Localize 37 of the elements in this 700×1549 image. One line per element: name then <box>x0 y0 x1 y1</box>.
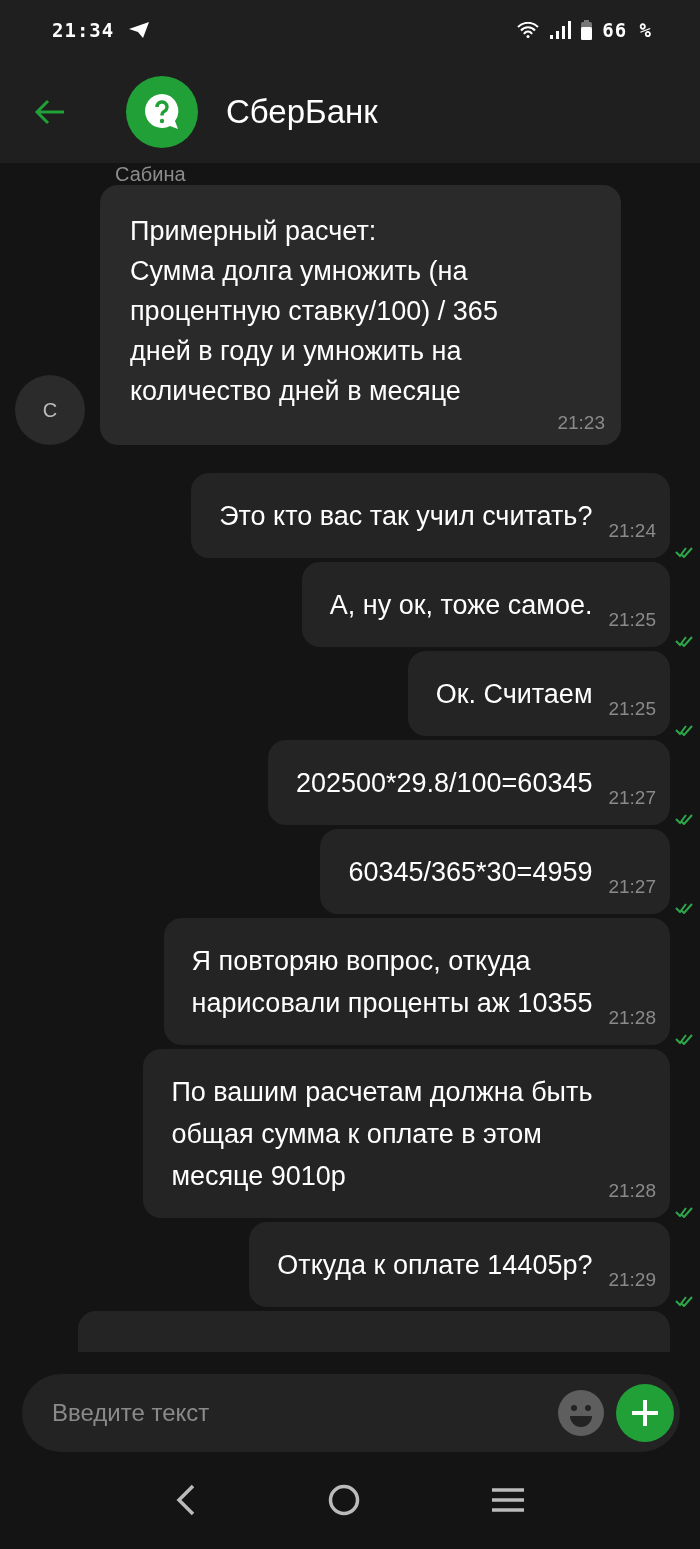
back-arrow-icon[interactable] <box>34 98 66 125</box>
add-button[interactable] <box>616 1384 674 1442</box>
message-time: 21:25 <box>608 697 656 721</box>
avatar[interactable]: С <box>15 375 85 445</box>
message-text: А, ну ок, тоже самое. <box>329 589 593 622</box>
message-time: 21:23 <box>556 411 605 435</box>
menu-icon[interactable] <box>492 1487 524 1513</box>
message-time: 21:27 <box>608 875 656 899</box>
message-time: 21:24 <box>608 519 656 543</box>
message-time: 21:27 <box>608 786 656 810</box>
battery-icon <box>581 20 593 40</box>
battery-percent: 66 % <box>602 19 652 41</box>
message-text: Я повторяю вопрос, откуда нарисовали проценты аж 10355 <box>191 945 593 1020</box>
back-icon[interactable] <box>176 1484 196 1516</box>
sender-name: Сабина <box>115 163 187 185</box>
plus-icon <box>630 1398 660 1428</box>
status-time: 21:34 <box>52 19 115 41</box>
signal-icon <box>549 21 572 39</box>
message-text: Откуда к оплате 14405р? <box>277 1249 593 1282</box>
chat-logo-icon <box>126 75 198 148</box>
home-icon[interactable] <box>328 1484 360 1516</box>
message-time: 21:29 <box>608 1268 656 1292</box>
message-text: Это кто вас так учил считать? <box>219 500 593 533</box>
paper-plane-icon <box>128 21 151 39</box>
message-text: Примерный расчет: Сумма долга умножить (на процентную ставку/100) / 365 дней в году и умножить на количество дней в месяце <box>130 215 499 408</box>
message-text: Ок. Считаем <box>435 678 593 711</box>
message-text: 202500*29.8/100=60345 <box>295 767 593 800</box>
smiley-icon[interactable] <box>558 1390 604 1436</box>
message-text: По вашим расчетам должна быть общая сумма к оплате в этом месяце 9010р <box>171 1076 593 1193</box>
message-time: 21:28 <box>608 1006 656 1030</box>
chat-title: СберБанк <box>226 92 378 131</box>
message-time: 21:28 <box>608 1179 656 1203</box>
message-input[interactable]: Введите текст <box>50 1398 546 1428</box>
message-text: 60345/365*30=4959 <box>348 856 593 889</box>
message-time: 21:25 <box>608 608 656 632</box>
message-field[interactable]: Введите текст <box>22 1374 680 1452</box>
wifi-icon <box>517 22 540 38</box>
